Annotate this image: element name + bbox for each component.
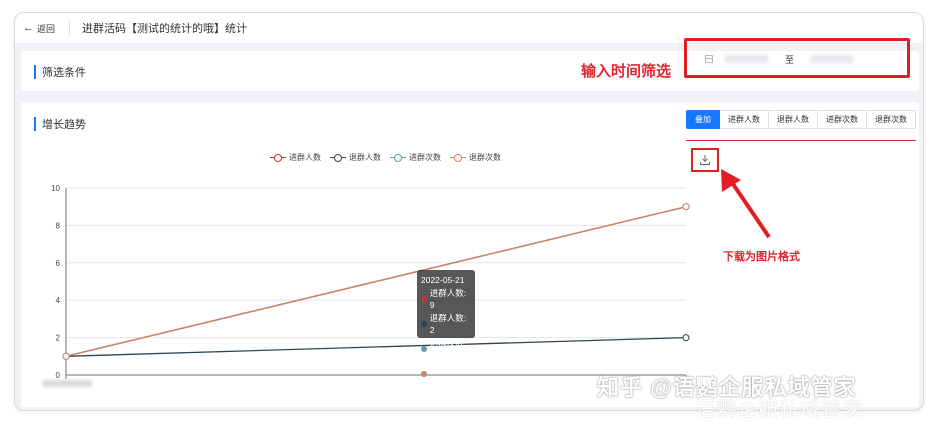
- y-tick-label: 4: [56, 296, 61, 305]
- tooltip-row: 进群次数: 9: [421, 337, 471, 362]
- series-line: [65, 206, 687, 357]
- tooltip-row-text: 退群次数: 9: [429, 362, 467, 386]
- tooltip-row: 进群人数: 9: [421, 287, 471, 312]
- y-tick-label: 8: [56, 221, 61, 230]
- y-tick-label: 0: [56, 371, 61, 380]
- y-tick-label: 6: [56, 259, 61, 268]
- tooltip-series-dot: [421, 321, 427, 327]
- tooltip-title: 2022-05-21: [421, 275, 465, 285]
- series-line: [65, 336, 687, 357]
- tooltip-series-dot: [421, 296, 427, 302]
- chart-tooltip: 2022-05-21 进群人数: 9 退群人数: 2 进群次数: 9 退群次数: 9: [417, 270, 475, 385]
- watermark-text-secondary: 语鹦企服私域管家: [695, 399, 863, 421]
- series-point: [682, 334, 690, 342]
- tooltip-series-dot: [421, 371, 427, 377]
- series-point: [62, 352, 70, 360]
- tooltip-row-text: 退群人数: 2: [429, 312, 467, 336]
- tooltip-series-dot: [421, 346, 427, 352]
- tooltip-row-text: 进群次数: 9: [429, 337, 467, 361]
- x-axis-label-blurred: [42, 380, 92, 387]
- y-tick-label: 10: [51, 184, 60, 193]
- y-tick-label: 2: [56, 334, 61, 343]
- tooltip-row-text: 进群人数: 9: [429, 287, 467, 311]
- tooltip-row: 退群次数: 9: [421, 362, 471, 387]
- series-point: [682, 203, 690, 211]
- tooltip-row: 退群人数: 2: [421, 312, 471, 337]
